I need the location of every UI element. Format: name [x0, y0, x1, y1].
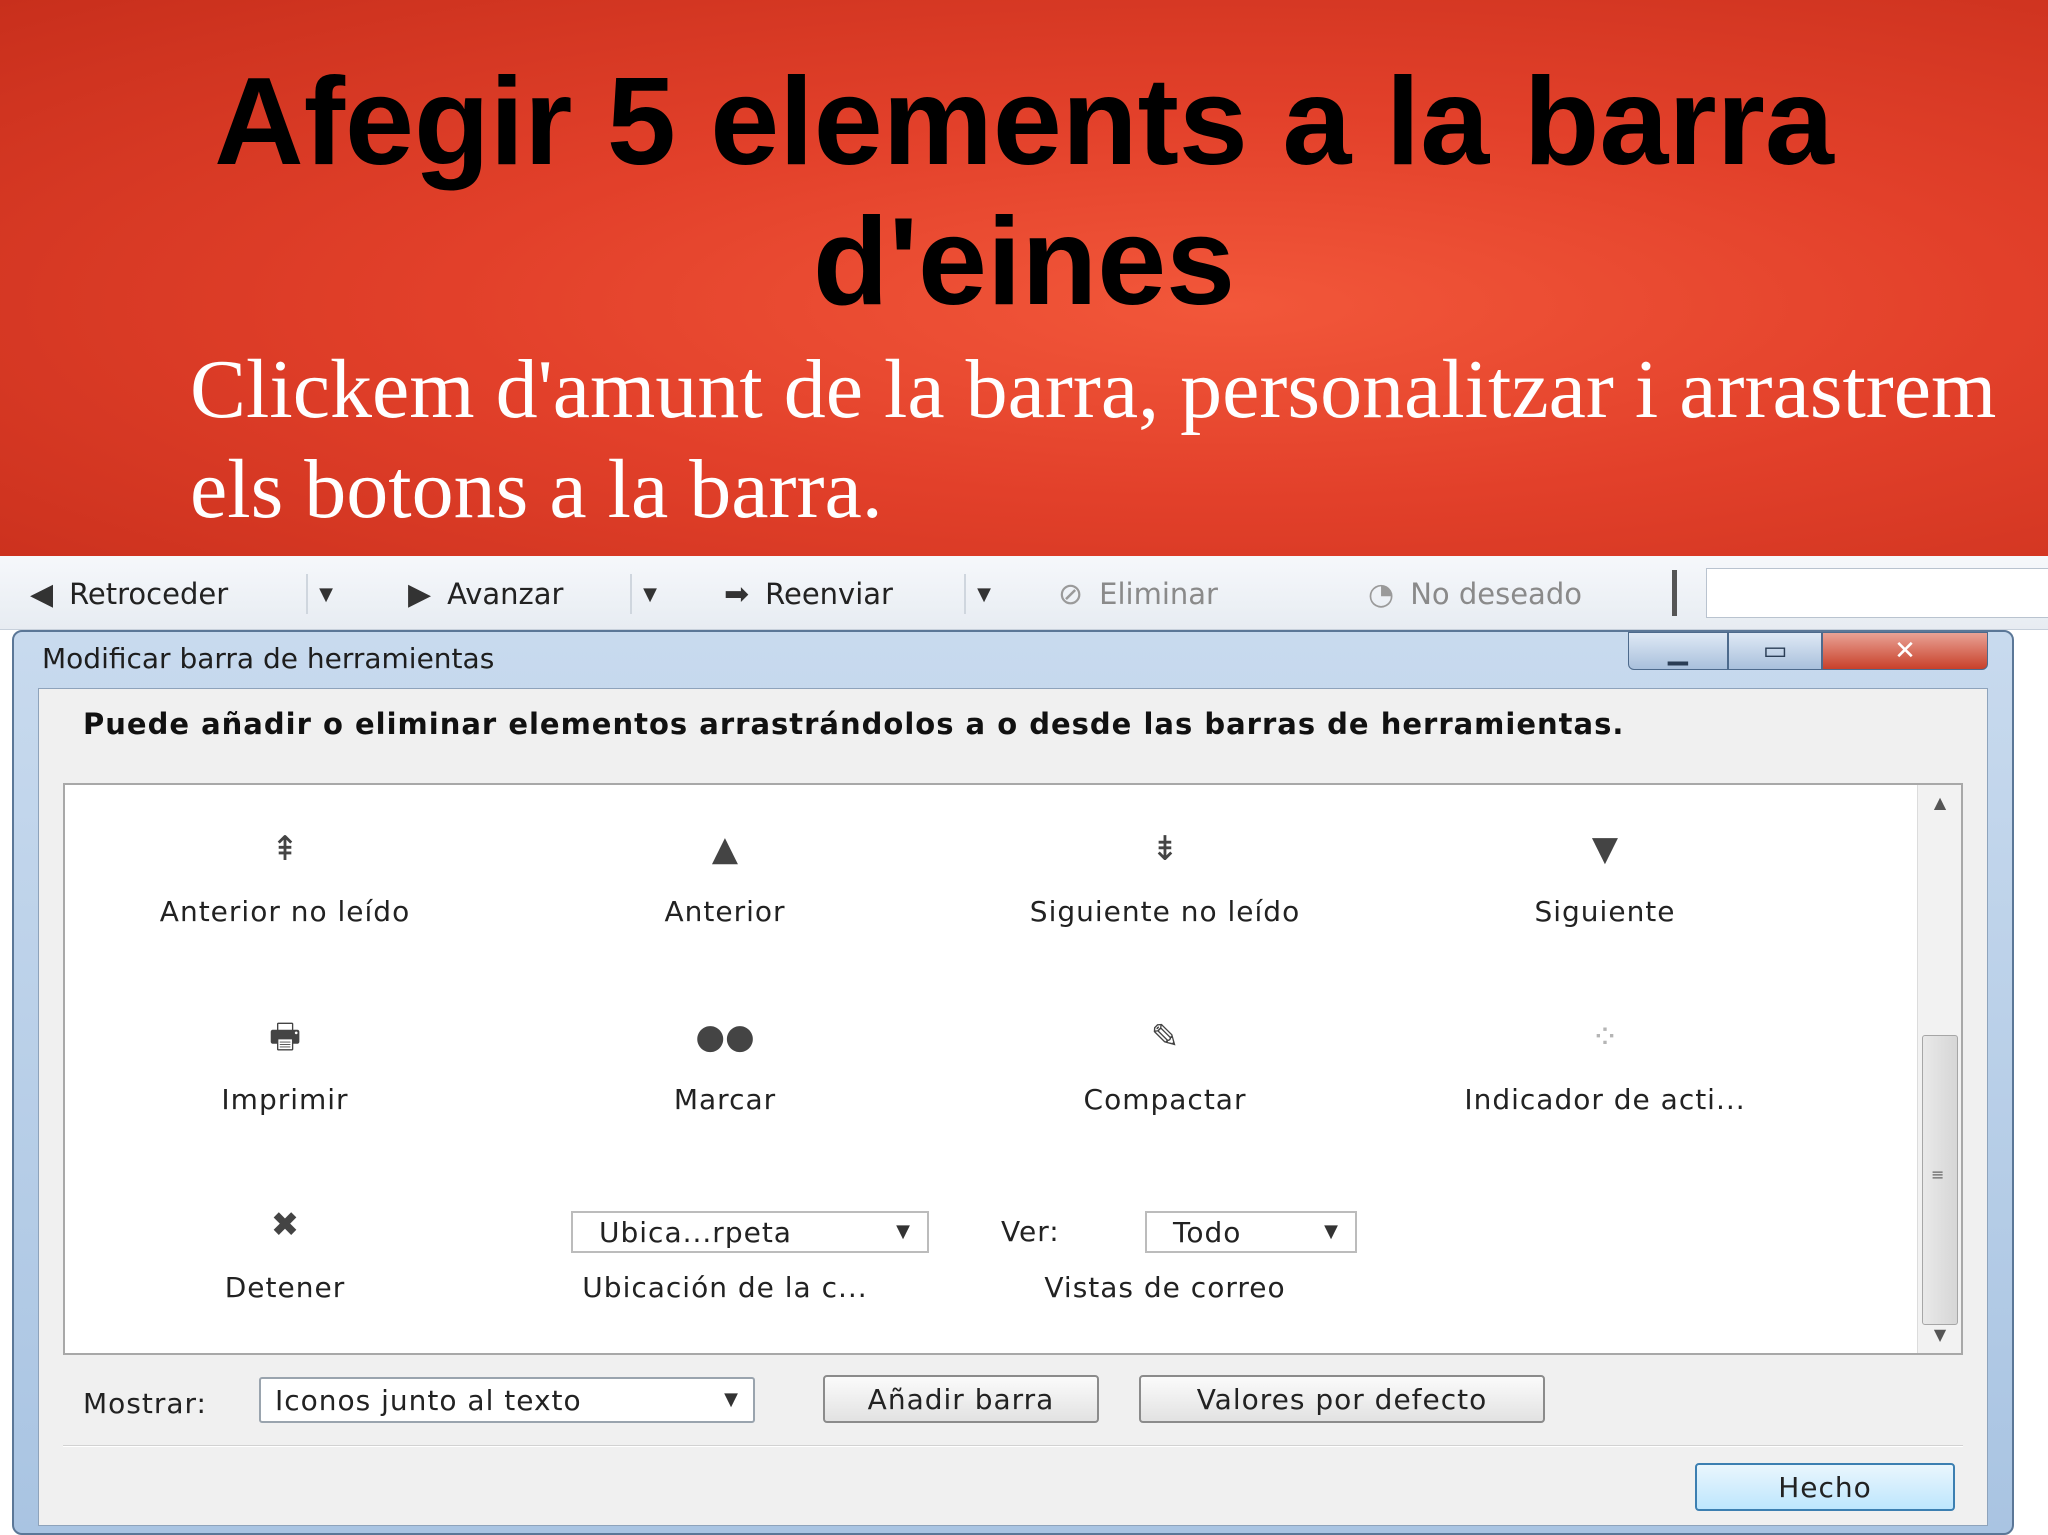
palette-item-stop[interactable]: ✖ Detener: [65, 1161, 505, 1341]
palette-item-label: Marcar: [673, 1083, 777, 1116]
palette-item-label: Vistas de correo: [1044, 1271, 1286, 1304]
chevron-down-icon: ▼: [977, 583, 991, 605]
mark-icon: ●●: [695, 1017, 755, 1057]
show-label: Mostrar:: [83, 1387, 207, 1420]
palette-item-label: Detener: [224, 1271, 346, 1304]
minimize-button[interactable]: ▁: [1628, 632, 1728, 670]
divider: [63, 1445, 1963, 1447]
resend-button[interactable]: ➡ Reenviar: [724, 574, 893, 614]
done-button[interactable]: Hecho: [1695, 1463, 1955, 1511]
palette-item-label: Ubicación de la c...: [582, 1271, 868, 1304]
slide-title: Afegir 5 elements a la barra d'eines: [214, 53, 1834, 331]
forward-arrow-icon: ▶: [408, 576, 432, 612]
palette-item-mail-views[interactable]: Ver: Todo ▼ Vistas de correo: [945, 1161, 1385, 1341]
close-button[interactable]: ✕: [1822, 632, 1988, 670]
palette-item-label: Siguiente no leído: [1029, 895, 1301, 928]
palette-item-folder-location[interactable]: Ubica...rpeta ▼ Ubicación de la c...: [505, 1161, 945, 1341]
palette-item-print[interactable]: 🖶 Imprimir: [65, 973, 505, 1153]
back-button[interactable]: ◀ Retroceder: [30, 574, 228, 614]
instruction-text: Puede añadir o eliminar elementos arrast…: [83, 707, 1625, 741]
resend-dropdown[interactable]: ▼: [964, 574, 1002, 614]
palette-item-prev-unread[interactable]: ⇞ Anterior no leído: [65, 785, 505, 965]
maximize-button[interactable]: ▭: [1728, 632, 1822, 670]
close-icon: ✕: [1894, 636, 1916, 666]
dialog-title: Modificar barra de herramientas: [42, 642, 495, 675]
palette-item-next[interactable]: ▼ Siguiente: [1385, 785, 1825, 965]
chevron-down-icon: ▼: [319, 583, 333, 605]
prev-unread-icon: ⇞: [270, 829, 300, 869]
palette-scrollbar[interactable]: ▲ ≡ ▼: [1917, 785, 1961, 1353]
next-icon: ▼: [1591, 829, 1619, 869]
grip-icon: ≡: [1931, 1165, 1945, 1184]
customize-toolbar-dialog: Modificar barra de herramientas ▁ ▭ ✕ Pu…: [12, 630, 2014, 1535]
palette-item-activity-indicator[interactable]: ⁘ Indicador de acti...: [1385, 973, 1825, 1153]
folder-location-select[interactable]: Ubica...rpeta ▼: [571, 1211, 929, 1253]
display-options-row: Mostrar: Iconos junto al texto ▼ Añadir …: [63, 1375, 1963, 1431]
show-mode-select[interactable]: Iconos junto al texto ▼: [259, 1377, 755, 1423]
slide-body-text: Clickem d'amunt de la barra, personalitz…: [190, 343, 1997, 536]
toolbar-separator: [1672, 570, 1677, 616]
palette-item-prev[interactable]: ▲ Anterior: [505, 785, 945, 965]
show-mode-value: Iconos junto al texto: [275, 1383, 582, 1417]
toolbar-items-palette: ⇞ Anterior no leído ▲ Anterior ⇟ Siguien…: [63, 783, 1963, 1355]
palette-item-label: Siguiente: [1534, 895, 1676, 928]
junk-label: No deseado: [1410, 577, 1582, 611]
scroll-down-icon[interactable]: ▼: [1918, 1317, 1962, 1353]
forward-dropdown[interactable]: ▼: [630, 574, 668, 614]
forward-label: Avanzar: [447, 577, 564, 611]
next-unread-icon: ⇟: [1150, 829, 1180, 869]
palette-item-compact[interactable]: ✎ Compactar: [945, 973, 1385, 1153]
delete-icon: ⊘: [1058, 576, 1084, 612]
print-icon: 🖶: [268, 1017, 302, 1057]
slide-header: Afegir 5 elements a la barra d'eines Cli…: [0, 0, 2048, 556]
back-arrow-icon: ◀: [30, 576, 54, 612]
palette-item-label: Anterior: [664, 895, 786, 928]
palette-item-label: Indicador de acti...: [1464, 1083, 1746, 1116]
back-label: Retroceder: [69, 577, 229, 611]
palette-item-next-unread[interactable]: ⇟ Siguiente no leído: [945, 785, 1385, 965]
window-controls: ▁ ▭ ✕: [1628, 632, 1988, 672]
mail-view-select[interactable]: Todo ▼: [1145, 1211, 1357, 1253]
delete-label: Eliminar: [1099, 577, 1218, 611]
search-input[interactable]: [1706, 568, 2048, 618]
chevron-down-icon: ▼: [896, 1221, 911, 1242]
junk-icon: ◔: [1368, 576, 1395, 612]
activity-indicator-icon: ⁘: [1590, 1017, 1620, 1057]
chevron-down-icon: ▼: [724, 1389, 739, 1410]
forward-button[interactable]: ▶ Avanzar: [408, 574, 563, 614]
palette-item-label: Anterior no leído: [159, 895, 411, 928]
maximize-icon: ▭: [1762, 636, 1788, 666]
resend-label: Reenviar: [765, 577, 893, 611]
chevron-down-icon: ▼: [643, 583, 657, 605]
scroll-thumb[interactable]: ≡: [1922, 1035, 1958, 1325]
prev-icon: ▲: [711, 829, 739, 869]
mail-toolbar: ◀ Retroceder ▼ ▶ Avanzar ▼ ➡ Reenviar ▼ …: [0, 556, 2048, 630]
folder-location-value: Ubica...rpeta: [599, 1215, 792, 1249]
junk-button[interactable]: ◔ No deseado: [1368, 574, 1582, 614]
dialog-client-area: Puede añadir o eliminar elementos arrast…: [38, 688, 1988, 1526]
minimize-icon: ▁: [1668, 636, 1688, 666]
stop-icon: ✖: [270, 1205, 300, 1245]
restore-defaults-button[interactable]: Valores por defecto: [1139, 1375, 1545, 1423]
mail-view-value: Todo: [1173, 1215, 1242, 1249]
resend-arrow-icon: ➡: [724, 576, 750, 612]
palette-item-label: Compactar: [1083, 1083, 1247, 1116]
scroll-up-icon[interactable]: ▲: [1918, 785, 1962, 821]
chevron-down-icon: ▼: [1324, 1221, 1339, 1242]
delete-button[interactable]: ⊘ Eliminar: [1058, 574, 1218, 614]
palette-item-mark[interactable]: ●● Marcar: [505, 973, 945, 1153]
back-dropdown[interactable]: ▼: [306, 574, 344, 614]
view-label: Ver:: [1001, 1215, 1060, 1248]
palette-item-label: Imprimir: [221, 1083, 349, 1116]
compact-icon: ✎: [1150, 1017, 1180, 1057]
add-toolbar-button[interactable]: Añadir barra: [823, 1375, 1099, 1423]
